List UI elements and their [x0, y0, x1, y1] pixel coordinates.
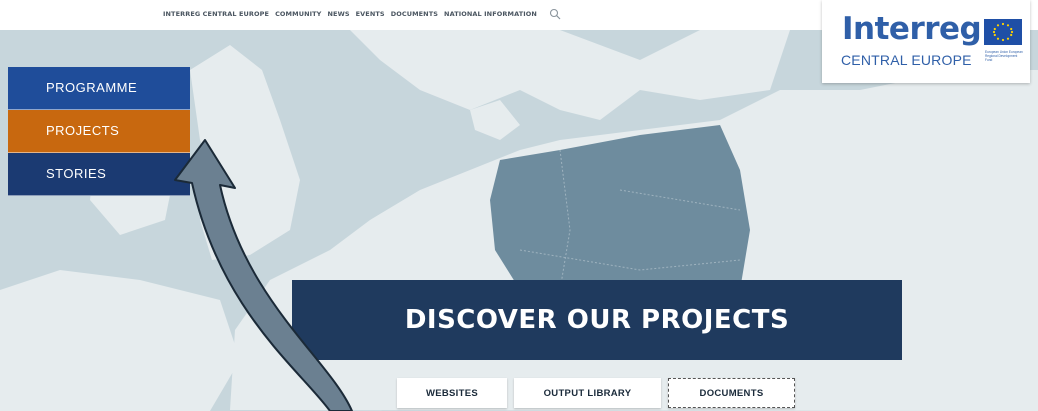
hero-banner: DISCOVER OUR PROJECTS: [292, 280, 902, 360]
nav-link-events[interactable]: EVENTS: [356, 10, 385, 18]
top-navigation: INTERREG CENTRAL EUROPE COMMUNITY NEWS E…: [163, 8, 561, 20]
eu-flag-icon: [984, 19, 1022, 45]
menu-item-programme[interactable]: PROGRAMME: [8, 67, 190, 110]
search-icon[interactable]: [549, 8, 561, 20]
menu-item-stories[interactable]: STORIES: [8, 153, 190, 196]
nav-link-community[interactable]: COMMUNITY: [275, 10, 321, 18]
websites-button[interactable]: WEBSITES: [397, 378, 507, 408]
hero-title: DISCOVER OUR PROJECTS: [404, 305, 790, 335]
interreg-logo[interactable]: Interreg CENTRAL EUROPE European Union E…: [822, 0, 1030, 83]
nav-link-news[interactable]: NEWS: [327, 10, 349, 18]
nav-link-national-information[interactable]: NATIONAL INFORMATION: [444, 10, 537, 18]
documents-button[interactable]: DOCUMENTS: [668, 378, 795, 408]
logo-wordmark: Interreg: [842, 11, 982, 47]
side-menu: PROGRAMME PROJECTS STORIES: [8, 67, 190, 196]
eu-funding-text: European Union European Regional Develop…: [985, 50, 1023, 62]
nav-link-interreg-central-europe[interactable]: INTERREG CENTRAL EUROPE: [163, 10, 269, 18]
output-library-button[interactable]: OUTPUT LIBRARY: [514, 378, 661, 408]
menu-item-projects[interactable]: PROJECTS: [8, 110, 190, 153]
nav-link-documents[interactable]: DOCUMENTS: [391, 10, 438, 18]
logo-subtitle: CENTRAL EUROPE: [841, 52, 972, 68]
